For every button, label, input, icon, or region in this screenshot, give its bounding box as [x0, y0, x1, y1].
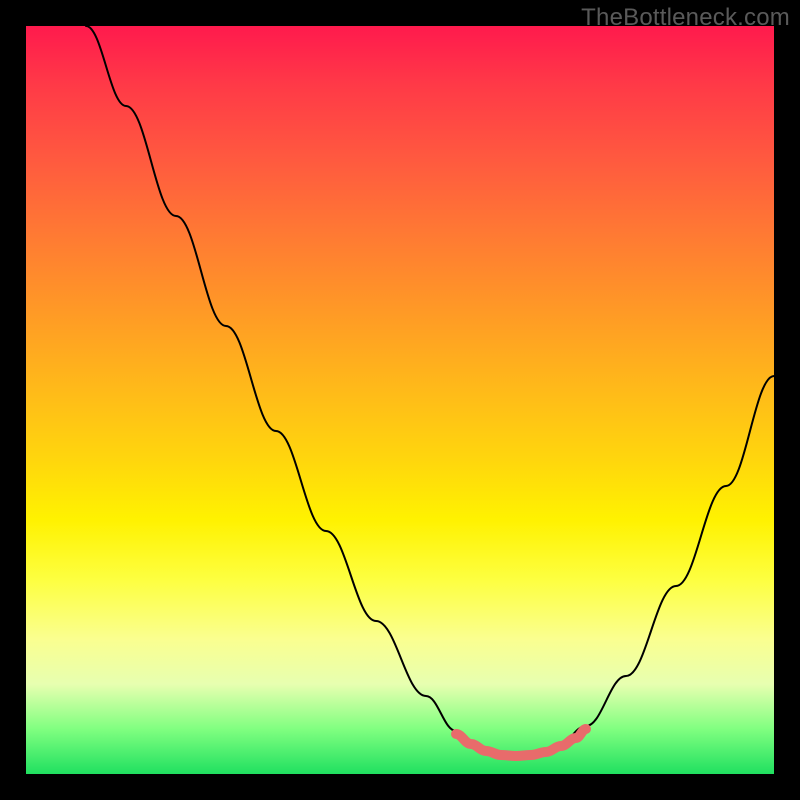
chart-svg — [26, 26, 774, 774]
chart-frame: TheBottleneck.com — [0, 0, 800, 800]
plot-area — [26, 26, 774, 774]
watermark-text: TheBottleneck.com — [581, 4, 790, 32]
bottom-highlight — [456, 729, 586, 756]
main-curve — [86, 26, 774, 756]
